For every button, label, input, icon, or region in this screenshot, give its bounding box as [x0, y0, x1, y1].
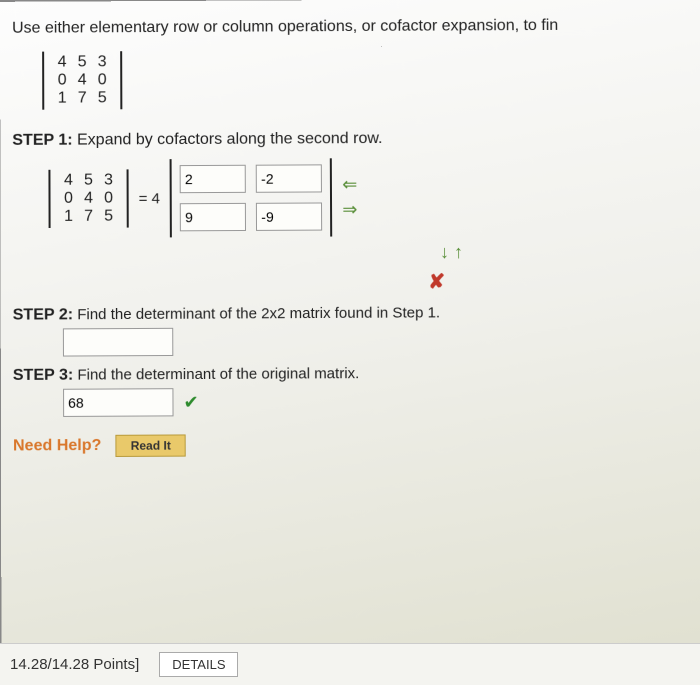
m-r3c2: 7	[72, 89, 92, 107]
step1-input-tl[interactable]	[180, 165, 246, 193]
step1-text: Expand by cofactors along the second row…	[77, 130, 383, 149]
m-r3c1: 1	[52, 90, 72, 108]
details-button[interactable]: DETAILS	[159, 652, 238, 677]
arrow-right-icon: ⇒	[342, 199, 357, 220]
m-r1c2: 5	[72, 53, 92, 71]
step2-label: STEP 2:	[13, 306, 73, 323]
s1-r3c2: 7	[79, 208, 99, 226]
question-page: Use either elementary row or column oper…	[0, 0, 700, 666]
col-swap-arrows[interactable]: ⇐ ⇒	[342, 174, 357, 220]
step1-header: STEP 1: Expand by cofactors along the se…	[12, 128, 689, 150]
s1-r1c1: 4	[58, 172, 78, 190]
m-r2c1: 0	[52, 71, 72, 89]
step1-matrix: 453 040 175	[48, 169, 128, 228]
step2-block: STEP 2: Find the determinant of the 2x2 …	[13, 303, 691, 357]
m-r1c3: 3	[92, 53, 112, 71]
read-it-button[interactable]: Read It	[116, 434, 186, 457]
step3-label: STEP 3:	[13, 367, 73, 384]
s1-r3c1: 1	[59, 208, 79, 226]
s1-r2c2: 4	[79, 190, 99, 208]
step1-label: STEP 1:	[12, 132, 72, 149]
step1-coeff: = 4	[139, 190, 160, 207]
step2-text: Find the determinant of the 2x2 matrix f…	[77, 304, 440, 323]
footer-bar: 14.28/14.28 Points] DETAILS	[0, 643, 700, 685]
step3-text: Find the determinant of the original mat…	[77, 365, 359, 384]
m-r2c2: 4	[72, 71, 92, 89]
step1-body: 453 040 175 = 4 ⇐ ⇒	[48, 156, 690, 238]
correct-check-icon: ✔	[183, 392, 198, 413]
help-row: Need Help? Read It	[13, 432, 692, 458]
s1-r1c2: 5	[78, 172, 98, 190]
points-label: 14.28/14.28 Points]	[10, 656, 139, 673]
step3-input[interactable]	[63, 388, 173, 417]
matrix-3x3: 453 040 175	[42, 51, 122, 109]
step1-input-tr[interactable]	[256, 164, 322, 192]
m-r3c3: 5	[92, 89, 112, 107]
step2-input[interactable]	[63, 328, 173, 357]
s1-r1c3: 3	[99, 171, 119, 189]
m-r2c3: 0	[92, 71, 112, 89]
need-help-label: Need Help?	[13, 437, 101, 455]
step3-block: STEP 3: Find the determinant of the orig…	[13, 363, 692, 417]
incorrect-icon: ✘	[183, 268, 690, 296]
arrow-left-icon: ⇐	[342, 174, 357, 195]
row-swap-arrows[interactable]: ↓ ↑	[213, 241, 690, 265]
step1-input-br[interactable]	[256, 202, 322, 230]
step1-cofactor-bars	[170, 158, 333, 237]
m-r1c1: 4	[52, 53, 72, 71]
question-prompt: Use either elementary row or column oper…	[12, 16, 688, 38]
s1-r2c3: 0	[99, 189, 119, 207]
step1-input-bl[interactable]	[180, 203, 246, 231]
s1-r2c1: 0	[59, 190, 79, 208]
s1-r3c3: 5	[99, 208, 119, 226]
